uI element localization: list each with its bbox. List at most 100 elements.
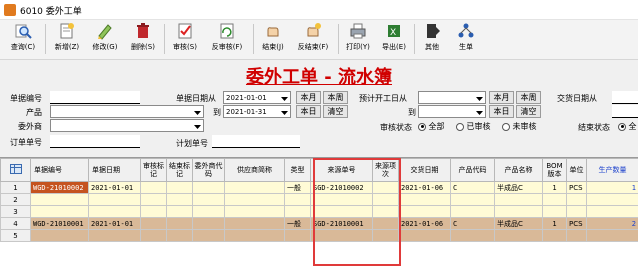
grid-cell-col5[interactable] [224,229,285,242]
grid-cell-col3[interactable] [166,181,193,194]
col-header-bom[interactable]: BOM版本 [542,158,567,182]
grid-cell-col4[interactable] [192,217,225,230]
grid-cell-qty[interactable] [586,205,638,218]
grid-cell-type[interactable] [284,205,311,218]
grid-cell-date[interactable]: 2021-01-01 [88,217,141,230]
row-number[interactable]: 1 [0,181,31,194]
unaudit-button[interactable]: 反审核(F) [205,22,249,58]
grid-cell-col5[interactable] [224,193,285,206]
col-header-source-item[interactable]: 来源项次 [372,158,399,182]
grid-cell-qty[interactable]: 1 [586,181,638,194]
grid-cell-source_no[interactable] [310,229,373,242]
audit-option-audited[interactable]: 已审核 [456,121,491,132]
grid-cell-col3[interactable] [166,229,193,242]
audit-option-unaudited[interactable]: 未审核 [502,121,537,132]
grid-cell-type[interactable]: 一般 [284,181,311,194]
query-button[interactable]: 查询(C) [6,22,40,58]
delivery-to-input[interactable] [612,105,638,118]
close-option-all[interactable]: 全 [618,121,637,132]
grid-cell-col2[interactable] [140,217,167,230]
grid-cell-col2[interactable] [140,205,167,218]
grid-cell-source_no[interactable] [310,205,373,218]
grid-cell-product_name[interactable] [494,205,543,218]
export-button[interactable]: X 导出(E) [378,22,410,58]
grid-cell-col5[interactable] [224,205,285,218]
grid-cell-type[interactable] [284,193,311,206]
grid-cell-unit[interactable] [566,205,587,218]
data-grid[interactable]: 单据编号 单据日期 审核标记 结束标记 委外商代码 供应商简称 类型 来源单号 … [0,157,638,266]
grid-cell-date[interactable] [88,193,141,206]
col-header-product-code[interactable]: 产品代码 [450,158,495,182]
grid-cell-product_name[interactable]: 半成品C [494,181,543,194]
grid-cell-date[interactable] [88,229,141,242]
grid-cell-col4[interactable] [192,193,225,206]
grid-cell-col8[interactable] [372,229,399,242]
row-number[interactable]: 3 [0,205,31,218]
grid-cell-date[interactable] [88,205,141,218]
grid-cell-qty[interactable]: 2 [586,217,638,230]
today-button-2[interactable]: 本日 [489,105,514,118]
unclose-button[interactable]: 反结束(F) [292,22,334,58]
grid-cell-order_no[interactable]: WGD-21010001 [30,217,89,230]
audit-option-all[interactable]: 全部 [418,121,445,132]
grid-cell-bom[interactable] [542,193,567,206]
grid-cell-col3[interactable] [166,205,193,218]
grid-cell-product_name[interactable] [494,229,543,242]
grid-cell-col3[interactable] [166,193,193,206]
date-to-input[interactable]: 2021-01-31 [223,105,291,118]
col-header-source-no[interactable]: 来源单号 [310,158,373,182]
grid-cell-date[interactable]: 2021-01-01 [88,181,141,194]
col-header-type[interactable]: 类型 [284,158,311,182]
grid-cell-col8[interactable] [372,181,399,194]
grid-cell-order_no[interactable] [30,229,89,242]
col-header-delivery[interactable]: 交货日期 [398,158,451,182]
expected-start-to-input[interactable] [418,105,486,118]
grid-cell-bom[interactable]: 1 [542,181,567,194]
grid-cell-source_no[interactable]: SGD-21010002 [310,181,373,194]
grid-cell-col4[interactable] [192,205,225,218]
grid-cell-product_code[interactable] [450,193,495,206]
col-header-date[interactable]: 单据日期 [88,158,141,182]
generate-button[interactable]: 生单 [452,22,480,58]
grid-cell-col5[interactable] [224,217,285,230]
grid-cell-col5[interactable] [224,181,285,194]
grid-cell-bom[interactable] [542,205,567,218]
grid-cell-delivery[interactable] [398,193,451,206]
grid-cell-type[interactable] [284,229,311,242]
delivery-from-input[interactable] [612,91,638,104]
clear-button-2[interactable]: 清空 [516,105,541,118]
sub-order-input[interactable] [50,135,140,148]
grid-cell-order_no[interactable] [30,205,89,218]
product-select[interactable] [50,105,204,118]
add-button[interactable]: 新增(Z) [50,22,84,58]
grid-cell-col2[interactable] [140,229,167,242]
col-header-supplier[interactable]: 供应商简称 [224,158,285,182]
grid-cell-product_code[interactable]: C [450,217,495,230]
grid-cell-unit[interactable]: PCS [566,217,587,230]
grid-cell-order_no[interactable] [30,193,89,206]
grid-cell-col4[interactable] [192,229,225,242]
grid-cell-product_name[interactable]: 半成品C [494,217,543,230]
this-month-button[interactable]: 本月 [296,91,321,104]
col-header-qty[interactable]: 生产数量 [586,158,638,182]
today-button[interactable]: 本日 [296,105,321,118]
grid-cell-source_no[interactable]: SGD-21010001 [310,217,373,230]
row-number[interactable]: 4 [0,217,31,230]
vendor-select[interactable] [50,119,204,132]
grid-cell-unit[interactable] [566,229,587,242]
audit-button[interactable]: 审核(S) [169,22,201,58]
this-week-button-2[interactable]: 本周 [516,91,541,104]
grid-cell-product_code[interactable] [450,205,495,218]
grid-cell-col2[interactable] [140,193,167,206]
col-header-product-name[interactable]: 产品名称 [494,158,543,182]
table-row[interactable]: 2 [0,193,638,206]
grid-cell-product_code[interactable]: C [450,181,495,194]
grid-cell-delivery[interactable]: 2021-01-06 [398,217,451,230]
grid-cell-bom[interactable]: 1 [542,217,567,230]
grid-cell-bom[interactable] [542,229,567,242]
row-number[interactable]: 5 [0,229,31,242]
col-header-vendor-code[interactable]: 委外商代码 [192,158,225,182]
grid-cell-col4[interactable] [192,181,225,194]
grid-cell-col3[interactable] [166,217,193,230]
grid-corner-icon[interactable] [0,158,31,182]
